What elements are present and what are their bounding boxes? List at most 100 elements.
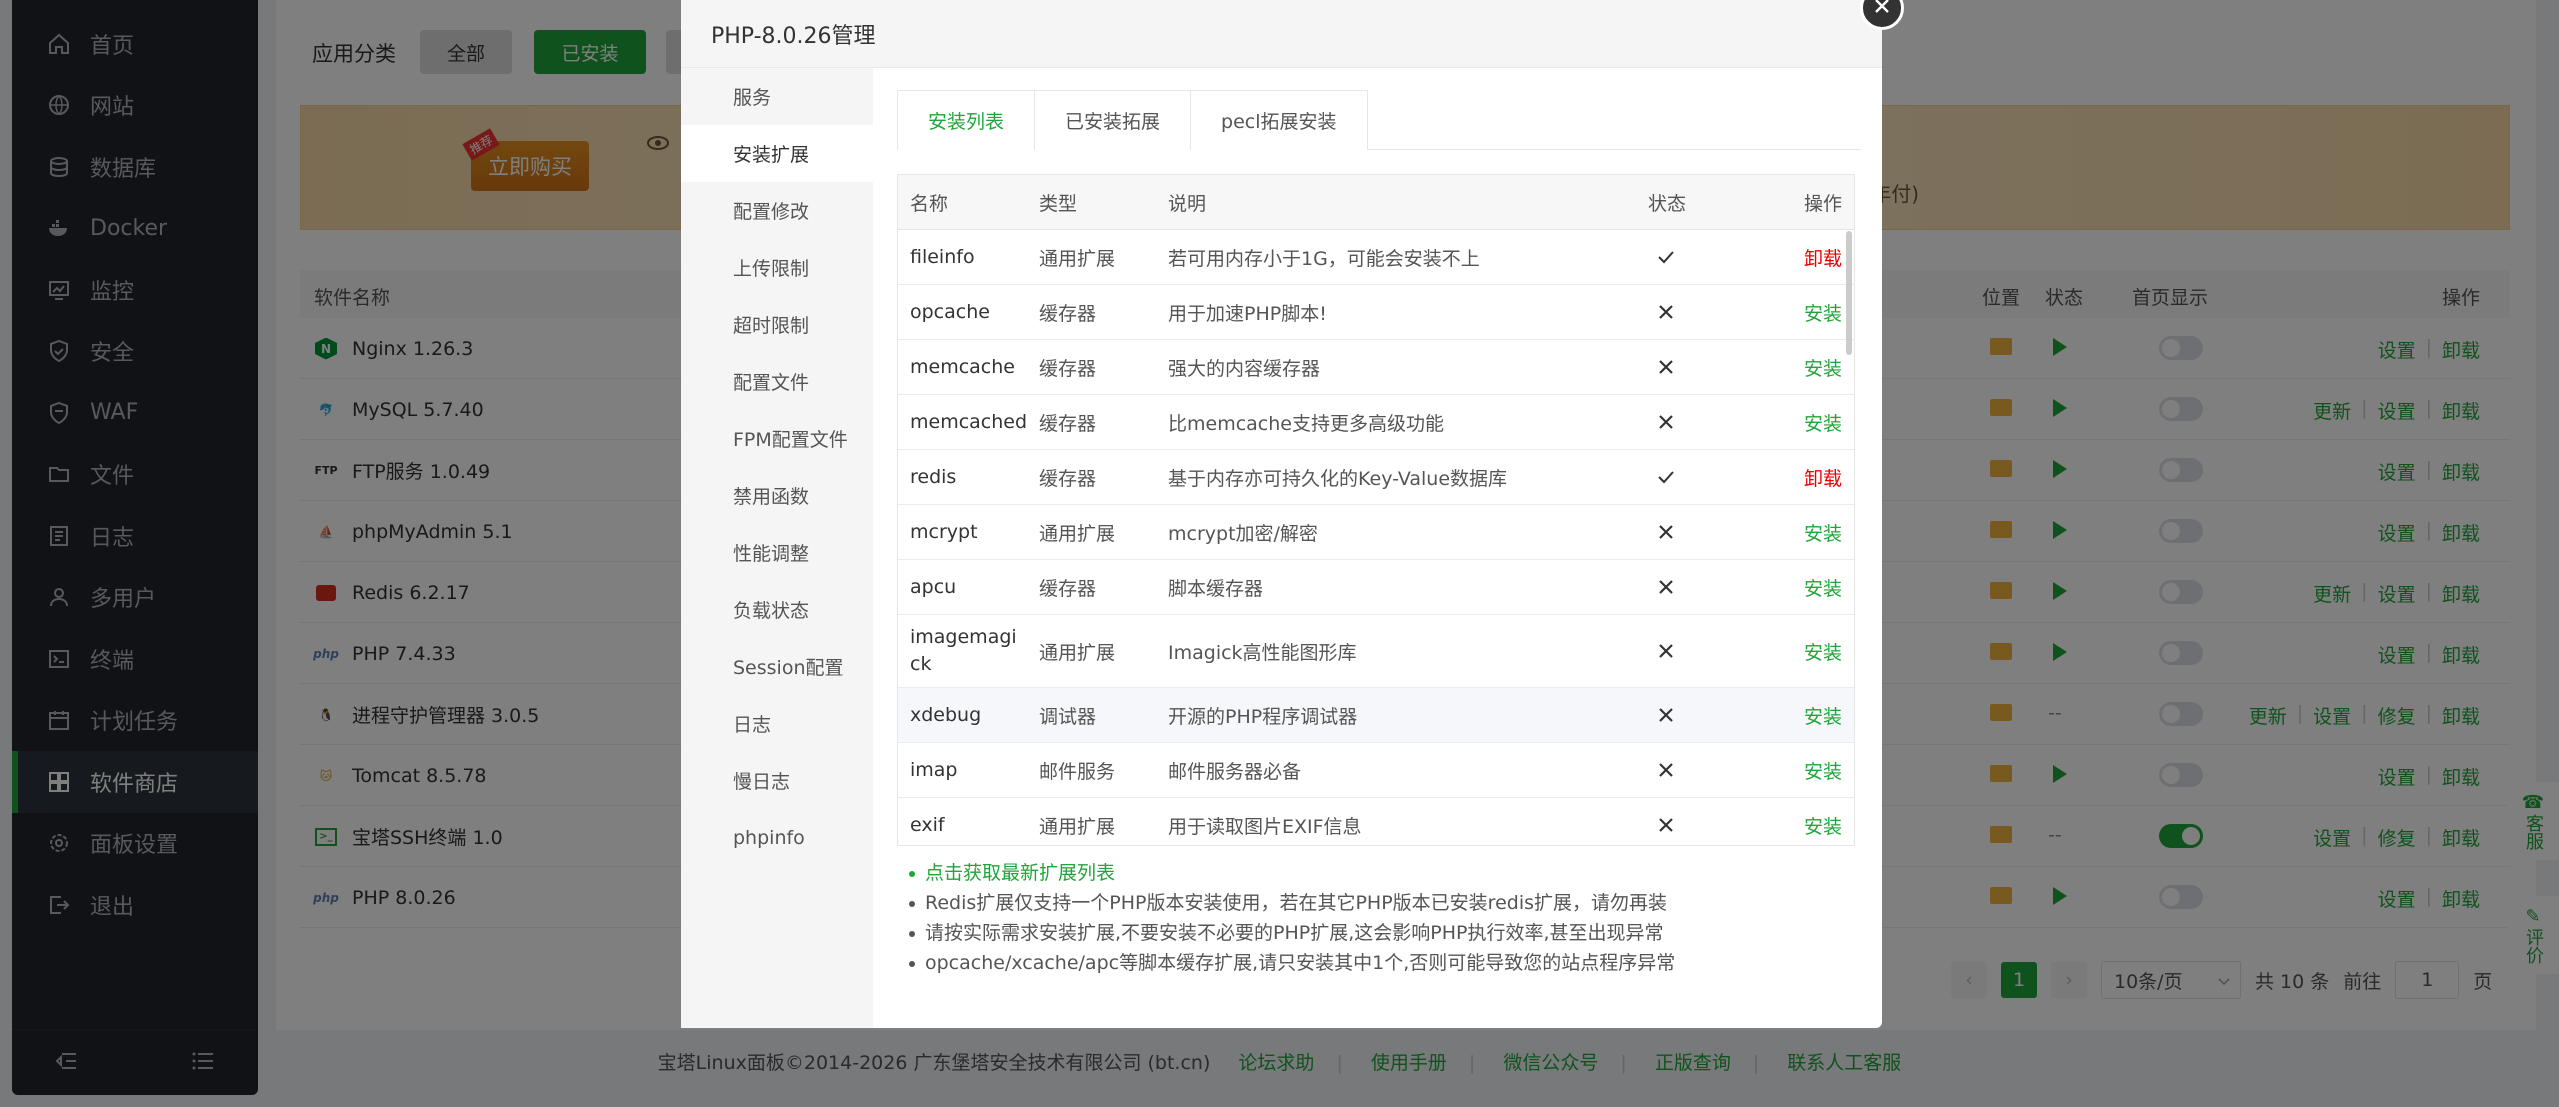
extension-tips: 点击获取最新扩展列表 Redis扩展仅支持一个PHP版本安装使用，若在其它PHP… xyxy=(907,858,1675,978)
uninstall-button[interactable]: 卸载 xyxy=(1804,244,1842,271)
extension-name: memcached xyxy=(910,410,1028,433)
extension-name: apcu xyxy=(910,575,957,598)
extension-row: apcu 缓存器 脚本缓存器 安装 xyxy=(898,560,1854,615)
modal-nav-item[interactable]: 配置文件 xyxy=(681,353,873,410)
check-icon xyxy=(1658,471,1674,484)
modal-nav-item[interactable]: 安装扩展 xyxy=(681,125,873,182)
modal-nav-item[interactable]: 上传限制 xyxy=(681,239,873,296)
modal-title: PHP-8.0.26管理 xyxy=(681,0,1882,68)
modal-nav-item[interactable]: 禁用函数 xyxy=(681,467,873,524)
modal-nav-item[interactable]: 服务 xyxy=(681,68,873,125)
cross-icon xyxy=(1659,580,1673,594)
install-button[interactable]: 安装 xyxy=(1804,757,1842,784)
modal-nav-item[interactable]: FPM配置文件 xyxy=(681,410,873,467)
check-icon xyxy=(1658,251,1674,264)
extension-name: opcache xyxy=(910,300,990,323)
col-op: 操作 xyxy=(1803,192,1842,215)
modal-nav-item[interactable]: Session配置 xyxy=(681,638,873,695)
modal-nav-item[interactable]: phpinfo xyxy=(681,809,873,866)
extension-row: memcached 缓存器 比memcache支持更多高级功能 安装 xyxy=(898,395,1854,450)
extension-type: 调试器 xyxy=(1039,705,1097,728)
extension-desc: 用于加速PHP脚本! xyxy=(1168,302,1327,325)
extension-desc: 邮件服务器必备 xyxy=(1168,760,1302,783)
extension-desc: 若可用内存小于1G，可能会安装不上 xyxy=(1168,247,1480,270)
cross-icon xyxy=(1659,708,1673,722)
cross-icon xyxy=(1659,763,1673,777)
tip-item: 请按实际需求安装扩展,不要安装不必要的PHP扩展,这会影响PHP执行效率,甚至出… xyxy=(907,918,1675,948)
col-name: 名称 xyxy=(910,192,949,215)
install-button[interactable]: 安装 xyxy=(1804,574,1842,601)
tip-item: opcache/xcache/apc等脚本缓存扩展,请只安装其中1个,否则可能导… xyxy=(907,948,1675,978)
cross-icon xyxy=(1659,525,1673,539)
extension-desc: 开源的PHP程序调试器 xyxy=(1168,705,1358,728)
extension-type: 通用扩展 xyxy=(1039,641,1116,664)
extension-row: memcache 缓存器 强大的内容缓存器 安装 xyxy=(898,340,1854,395)
extension-type: 通用扩展 xyxy=(1039,522,1116,545)
extension-row: redis 缓存器 基于内存亦可持久化的Key-Value数据库 卸载 xyxy=(898,450,1854,505)
extension-desc: 基于内存亦可持久化的Key-Value数据库 xyxy=(1168,467,1508,490)
extension-desc: mcrypt加密/解密 xyxy=(1168,522,1318,545)
extension-table-header: 名称 类型 说明 状态 操作 xyxy=(898,175,1854,230)
extension-name: xdebug xyxy=(910,703,982,726)
extension-desc: 强大的内容缓存器 xyxy=(1168,357,1321,380)
extension-table-body: fileinfo 通用扩展 若可用内存小于1G，可能会安装不上 卸载 opcache 缓存… xyxy=(898,230,1854,845)
cross-icon xyxy=(1659,360,1673,374)
fetch-latest-link[interactable]: 点击获取最新扩展列表 xyxy=(907,858,1675,888)
col-status: 状态 xyxy=(1648,192,1687,215)
modal-nav-item[interactable]: 超时限制 xyxy=(681,296,873,353)
extension-type: 缓存器 xyxy=(1039,412,1097,435)
modal-nav-item[interactable]: 配置修改 xyxy=(681,182,873,239)
tip-item: Redis扩展仅支持一个PHP版本安装使用，若在其它PHP版本已安装redis扩… xyxy=(907,888,1675,918)
modal-nav-item[interactable]: 性能调整 xyxy=(681,524,873,581)
extension-name: mcrypt xyxy=(910,520,978,543)
install-button[interactable]: 安装 xyxy=(1804,409,1842,436)
cross-icon xyxy=(1659,305,1673,319)
tab-install-list[interactable]: 安装列表 xyxy=(897,90,1036,150)
extension-row: exif 通用扩展 用于读取图片EXIF信息 安装 xyxy=(898,798,1854,845)
install-button[interactable]: 安装 xyxy=(1804,812,1842,839)
close-icon xyxy=(1874,0,1890,18)
install-button[interactable]: 安装 xyxy=(1804,354,1842,381)
cross-icon xyxy=(1659,818,1673,832)
extension-tabs: 安装列表 已安装拓展 pecl拓展安装 xyxy=(897,90,1861,150)
extension-name: exif xyxy=(910,813,945,836)
php-manage-modal: PHP-8.0.26管理 服务 安装扩展 配置修改 上传限制 超时限制 配置文件 FPM配置… xyxy=(681,0,1904,1028)
extension-row: xdebug 调试器 开源的PHP程序调试器 安装 xyxy=(898,688,1854,743)
tab-installed-extensions[interactable]: 已安装拓展 xyxy=(1034,90,1192,150)
extension-type: 通用扩展 xyxy=(1039,815,1116,838)
uninstall-button[interactable]: 卸载 xyxy=(1804,464,1842,491)
col-desc: 说明 xyxy=(1168,192,1207,215)
extension-desc: 脚本缓存器 xyxy=(1168,577,1264,600)
extension-name: redis xyxy=(910,465,957,488)
extension-type: 通用扩展 xyxy=(1039,247,1116,270)
extension-name: memcache xyxy=(910,355,1015,378)
install-button[interactable]: 安装 xyxy=(1804,519,1842,546)
tab-pecl-install[interactable]: pecl拓展安装 xyxy=(1190,90,1368,150)
modal-nav-item[interactable]: 慢日志 xyxy=(681,752,873,809)
extension-type: 邮件服务 xyxy=(1039,760,1116,783)
cross-icon xyxy=(1659,415,1673,429)
extension-row: imagemagi ck 通用扩展 Imagick高性能图形库 安装 xyxy=(898,615,1854,688)
extension-name: fileinfo xyxy=(910,245,975,268)
extension-panel: 安装列表 已安装拓展 pecl拓展安装 名称 类型 说明 状态 操作 filei… xyxy=(897,68,1861,1028)
install-button[interactable]: 安装 xyxy=(1804,299,1842,326)
extension-row: opcache 缓存器 用于加速PHP脚本! 安装 xyxy=(898,285,1854,340)
extension-name: imap xyxy=(910,758,958,781)
table-scrollbar[interactable] xyxy=(1846,231,1852,355)
extension-desc: 比memcache支持更多高级功能 xyxy=(1168,412,1444,435)
modal-nav-item[interactable]: 日志 xyxy=(681,695,873,752)
extension-row: imap 邮件服务 邮件服务器必备 安装 xyxy=(898,743,1854,798)
extension-type: 缓存器 xyxy=(1039,577,1097,600)
modal-nav-item[interactable]: 负载状态 xyxy=(681,581,873,638)
extension-table: 名称 类型 说明 状态 操作 fileinfo 通用扩展 若可用内存小于1G，可能会… xyxy=(897,174,1855,846)
extension-type: 缓存器 xyxy=(1039,467,1097,490)
install-button[interactable]: 安装 xyxy=(1804,638,1842,665)
install-button[interactable]: 安装 xyxy=(1804,702,1842,729)
extension-row: fileinfo 通用扩展 若可用内存小于1G，可能会安装不上 卸载 xyxy=(898,230,1854,285)
extension-name: imagemagi ck xyxy=(910,626,1017,675)
col-type: 类型 xyxy=(1039,192,1078,215)
extension-type: 缓存器 xyxy=(1039,357,1097,380)
modal-nav: 服务 安装扩展 配置修改 上传限制 超时限制 配置文件 FPM配置文件 禁用函数 性能调整 负载状… xyxy=(681,68,873,1028)
extension-type: 缓存器 xyxy=(1039,302,1097,325)
extension-row: mcrypt 通用扩展 mcrypt加密/解密 安装 xyxy=(898,505,1854,560)
